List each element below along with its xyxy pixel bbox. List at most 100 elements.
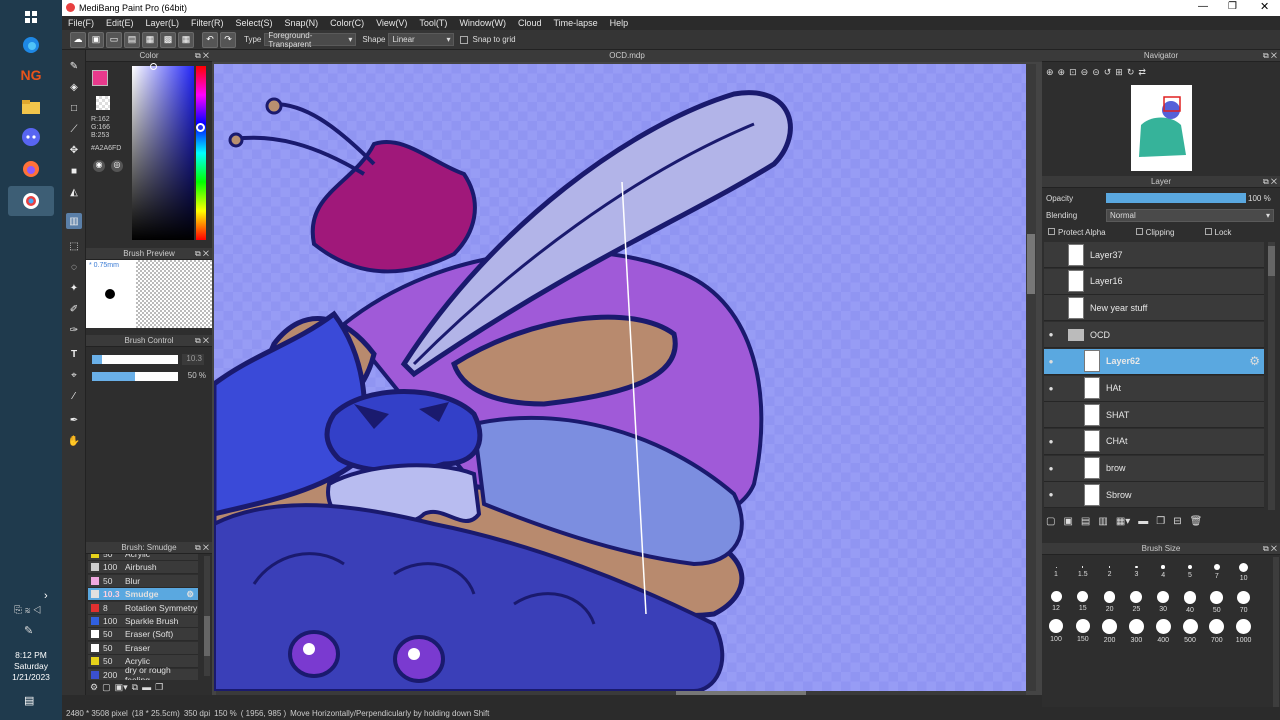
- file-explorer-icon[interactable]: [16, 92, 46, 122]
- new-folder-icon[interactable]: ▬: [1138, 516, 1148, 530]
- delete-layer-icon[interactable]: 🗑: [1190, 516, 1203, 530]
- canvas-h-scrollbar[interactable]: [216, 691, 1026, 695]
- brush-size-value[interactable]: 10.3: [182, 354, 204, 365]
- visibility-eye-icon[interactable]: ●: [1044, 384, 1058, 393]
- brush-settings-icon[interactable]: ⚙: [90, 682, 98, 694]
- new-8bit-layer-icon[interactable]: ▥: [1098, 516, 1107, 530]
- brush-size-cell[interactable]: 25: [1124, 585, 1148, 613]
- duplicate-brush-icon[interactable]: ⧉: [132, 682, 138, 694]
- add-layer-menu-icon[interactable]: ▦▾: [1116, 516, 1130, 530]
- brush-size-cell[interactable]: 200: [1098, 613, 1122, 644]
- shape-select[interactable]: Linear ▾: [388, 33, 455, 46]
- text-tool-icon[interactable]: T: [66, 346, 82, 362]
- visibility-eye-icon[interactable]: ●: [1044, 464, 1058, 473]
- fit-icon[interactable]: ⊡: [1069, 67, 1077, 81]
- gradient-tool-icon[interactable]: ▥: [66, 213, 82, 229]
- document-icon[interactable]: ▦: [142, 31, 158, 48]
- hand-tool-icon[interactable]: ✋: [66, 433, 82, 449]
- bucket-tool-icon[interactable]: ◭: [66, 184, 82, 200]
- shape-tool-icon[interactable]: □: [66, 100, 82, 116]
- color-palette-icon[interactable]: ◎: [111, 160, 123, 172]
- firefox-icon[interactable]: [16, 154, 46, 184]
- layer-row[interactable]: Layer37: [1044, 242, 1264, 268]
- layer-row[interactable]: New year stuff: [1044, 295, 1264, 322]
- new-1bit-layer-icon[interactable]: ▤: [1081, 516, 1090, 530]
- menu-edit[interactable]: Edit(E): [100, 18, 140, 28]
- brush-item[interactable]: 50 Blur: [88, 574, 198, 588]
- brush-opacity-slider[interactable]: [92, 372, 178, 381]
- menu-window[interactable]: Window(W): [453, 18, 512, 28]
- layer-opacity-slider[interactable]: [1106, 193, 1246, 203]
- copy-icon[interactable]: ❐: [155, 682, 163, 694]
- medibang-taskbar-icon[interactable]: [8, 186, 54, 216]
- undo-button[interactable]: ↶: [202, 31, 218, 48]
- flip-icon[interactable]: ⇄: [1138, 67, 1146, 81]
- magic-wand-tool-icon[interactable]: ✦: [66, 280, 82, 296]
- zoom-in-2-icon[interactable]: ⊕: [1058, 67, 1066, 81]
- brush-size-cell[interactable]: 100: [1044, 613, 1068, 643]
- hue-cursor[interactable]: [196, 123, 205, 132]
- newgrounds-icon[interactable]: NG: [16, 60, 46, 90]
- menu-timelapse[interactable]: Time-lapse: [547, 18, 603, 28]
- brush-size-cell[interactable]: 1: [1044, 557, 1068, 578]
- grid-dots-icon[interactable]: ▦: [178, 31, 194, 48]
- pen-icon[interactable]: ✎: [24, 624, 33, 637]
- brush-size-cell[interactable]: 500: [1178, 613, 1202, 644]
- panel-controls-icon[interactable]: ⧉ ✕: [195, 50, 209, 62]
- discord-icon[interactable]: [16, 122, 46, 152]
- type-select[interactable]: Foreground-Transparent ▾: [264, 31, 357, 49]
- brush-item[interactable]: 100 Airbrush: [88, 561, 198, 575]
- eraser-tool-icon[interactable]: ◈: [66, 79, 82, 95]
- brush-size-cell[interactable]: 5: [1178, 557, 1202, 579]
- layer-row[interactable]: ● brow: [1044, 455, 1264, 482]
- menu-help[interactable]: Help: [604, 18, 635, 28]
- menu-select[interactable]: Select(S): [230, 18, 279, 28]
- zoom-out-icon[interactable]: ⊖: [1081, 67, 1089, 81]
- fill-rect-tool-icon[interactable]: ■: [66, 163, 82, 179]
- layer-scrollbar[interactable]: [1268, 242, 1275, 510]
- folder-icon[interactable]: ▬: [142, 682, 151, 694]
- restore-button[interactable]: ❐: [1228, 1, 1237, 12]
- layer-row[interactable]: SHAT: [1044, 402, 1264, 429]
- comment-icon[interactable]: ▭: [106, 31, 122, 48]
- brush-item[interactable]: 8 Rotation Symmetry: [88, 601, 198, 615]
- protect-alpha-option[interactable]: Protect Alpha: [1048, 228, 1106, 237]
- brush-size-cell[interactable]: 3: [1124, 557, 1148, 578]
- clipping-option[interactable]: Clipping: [1135, 228, 1175, 237]
- gear-icon[interactable]: ⚙: [1249, 354, 1260, 368]
- panel-controls-icon[interactable]: ⧉ ✕: [1263, 50, 1277, 62]
- foreground-color-swatch[interactable]: [92, 70, 108, 86]
- chevron-right-icon[interactable]: ›: [44, 590, 48, 602]
- windows-start-icon[interactable]: [16, 2, 46, 32]
- brush-list-scrollbar[interactable]: [204, 556, 210, 676]
- brush-size-slider[interactable]: [92, 355, 178, 364]
- lasso-tool-icon[interactable]: ◌: [66, 259, 82, 275]
- layer-row[interactable]: ● Sbrow: [1044, 482, 1264, 509]
- duplicate-layer-icon[interactable]: ❐: [1156, 516, 1165, 530]
- actual-size-icon[interactable]: ⊝: [1092, 67, 1100, 81]
- minimize-button[interactable]: —: [1198, 1, 1208, 12]
- panel-controls-icon[interactable]: ⧉ ✕: [195, 248, 209, 260]
- brush-size-cell[interactable]: 150: [1071, 613, 1095, 643]
- canvas-v-scrollbar[interactable]: [1026, 64, 1036, 691]
- close-button[interactable]: ✕: [1260, 0, 1269, 13]
- brush-size-cell[interactable]: 300: [1124, 613, 1148, 644]
- select-rect-tool-icon[interactable]: ⬚: [66, 238, 82, 254]
- brush-size-cell[interactable]: 15: [1071, 585, 1095, 612]
- snap-checkbox[interactable]: [460, 35, 469, 44]
- gear-icon[interactable]: ⚙: [186, 589, 194, 600]
- brush-item[interactable]: 100 Sparkle Brush: [88, 615, 198, 628]
- message-icon[interactable]: ▤: [124, 31, 140, 48]
- brush-size-cell[interactable]: 700: [1205, 613, 1229, 644]
- brush-size-cell[interactable]: 20: [1098, 585, 1122, 613]
- sv-cursor[interactable]: [150, 63, 157, 70]
- brush-size-scrollbar[interactable]: [1273, 557, 1279, 720]
- background-color-swatch[interactable]: [96, 96, 110, 110]
- menu-tool[interactable]: Tool(T): [413, 18, 453, 28]
- taskbar-clock[interactable]: 8:12 PM Saturday 1/21/2023: [0, 650, 62, 683]
- layer-row[interactable]: ● CHAt: [1044, 428, 1264, 455]
- brush-tool-icon[interactable]: ✎: [66, 58, 82, 74]
- hue-slider[interactable]: [196, 66, 206, 240]
- panel-controls-icon[interactable]: ⧉ ✕: [195, 335, 209, 347]
- brush-size-cell[interactable]: 4: [1151, 557, 1175, 579]
